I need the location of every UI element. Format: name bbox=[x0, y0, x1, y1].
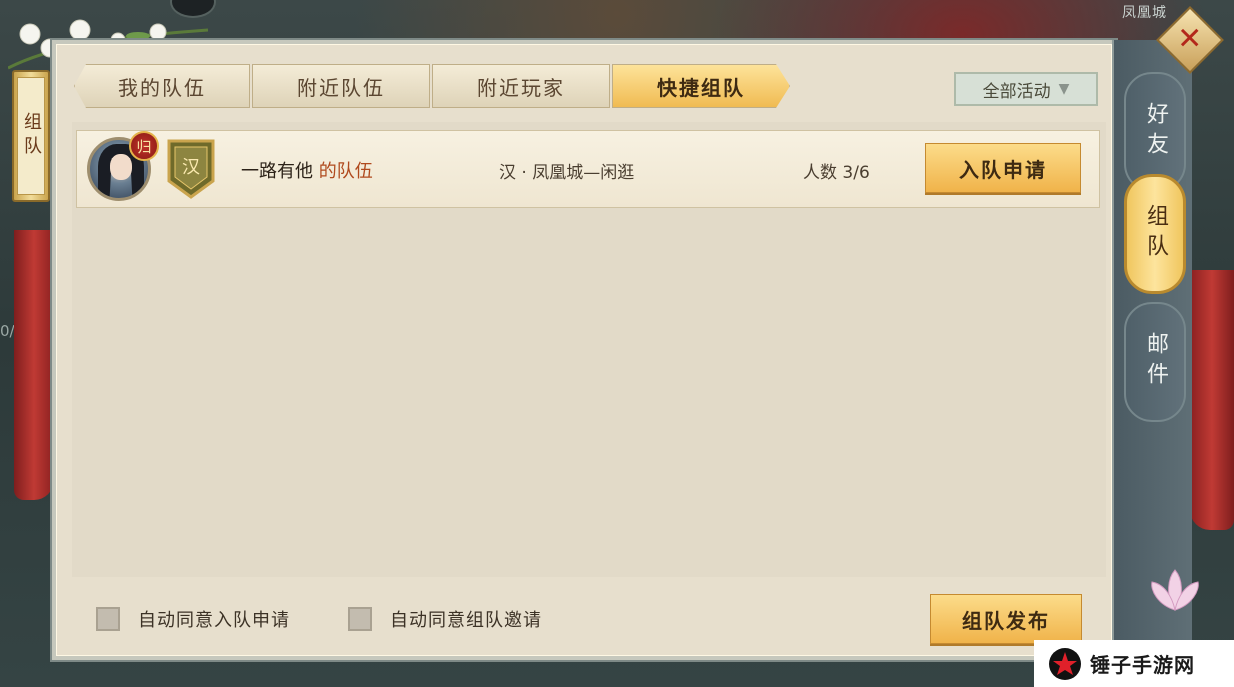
leader-name: 一路有他 bbox=[241, 161, 313, 182]
watermark-star-icon bbox=[1049, 647, 1081, 680]
activity-filter-value: 全部活动 bbox=[982, 81, 1051, 102]
auto-accept-apply-checkbox[interactable] bbox=[96, 607, 120, 631]
team-name: 一路有他 的队伍 bbox=[241, 157, 373, 183]
tab-quick-team[interactable]: 快捷组队 bbox=[612, 64, 790, 108]
avatar-face bbox=[110, 154, 132, 180]
auto-accept-invite-option[interactable]: 自动同意组队邀请 bbox=[348, 606, 542, 632]
faction-label: 汉 bbox=[182, 157, 200, 178]
sidebar-item-team[interactable]: 组队 bbox=[1124, 174, 1186, 294]
faction-badge: 汉 bbox=[165, 137, 217, 199]
left-team-tab-label: 组队 bbox=[17, 77, 45, 195]
return-badge: 归 bbox=[129, 131, 159, 161]
bg-city-name: 凤凰城 bbox=[1122, 5, 1167, 21]
auto-accept-apply-label: 自动同意入队申请 bbox=[138, 610, 290, 631]
lotus-icon bbox=[1151, 569, 1199, 611]
team-location: 汉 · 凤凰城—闲逛 bbox=[499, 163, 635, 183]
watermark: 锤子手游网 bbox=[1034, 640, 1234, 687]
watermark-text: 锤子手游网 bbox=[1090, 653, 1195, 677]
auto-accept-invite-label: 自动同意组队邀请 bbox=[390, 610, 542, 631]
sidebar-item-mail[interactable]: 邮件 bbox=[1124, 302, 1186, 422]
auto-accept-apply-option[interactable]: 自动同意入队申请 bbox=[96, 606, 290, 632]
apply-join-button[interactable]: 入队申请 bbox=[925, 143, 1081, 193]
tab-my-team[interactable]: 我的队伍 bbox=[74, 64, 250, 108]
team-panel: 我的队伍 附近队伍 附近玩家 快捷组队 全部活动 ▼ 归 汉 一路有他 的队伍 … bbox=[52, 40, 1116, 660]
left-curtain bbox=[14, 230, 54, 500]
team-row[interactable]: 归 汉 一路有他 的队伍 汉 · 凤凰城—闲逛 人数 3/6 入队申请 bbox=[76, 130, 1100, 208]
member-count: 人数 3/6 bbox=[803, 163, 870, 183]
chevron-down-icon: ▼ bbox=[1058, 81, 1070, 97]
auto-accept-invite-checkbox[interactable] bbox=[348, 607, 372, 631]
team-tabs: 我的队伍 附近队伍 附近玩家 快捷组队 bbox=[74, 64, 792, 110]
team-suffix: 的队伍 bbox=[318, 161, 373, 182]
publish-team-button[interactable]: 组队发布 bbox=[930, 594, 1082, 644]
right-curtain bbox=[1190, 270, 1234, 530]
close-icon: ✕ bbox=[1177, 21, 1203, 57]
left-team-tab[interactable]: 组队 bbox=[12, 70, 50, 202]
tab-nearby-teams[interactable]: 附近队伍 bbox=[252, 64, 430, 108]
activity-filter-select[interactable]: 全部活动 ▼ bbox=[954, 72, 1098, 106]
tab-nearby-players[interactable]: 附近玩家 bbox=[432, 64, 610, 108]
